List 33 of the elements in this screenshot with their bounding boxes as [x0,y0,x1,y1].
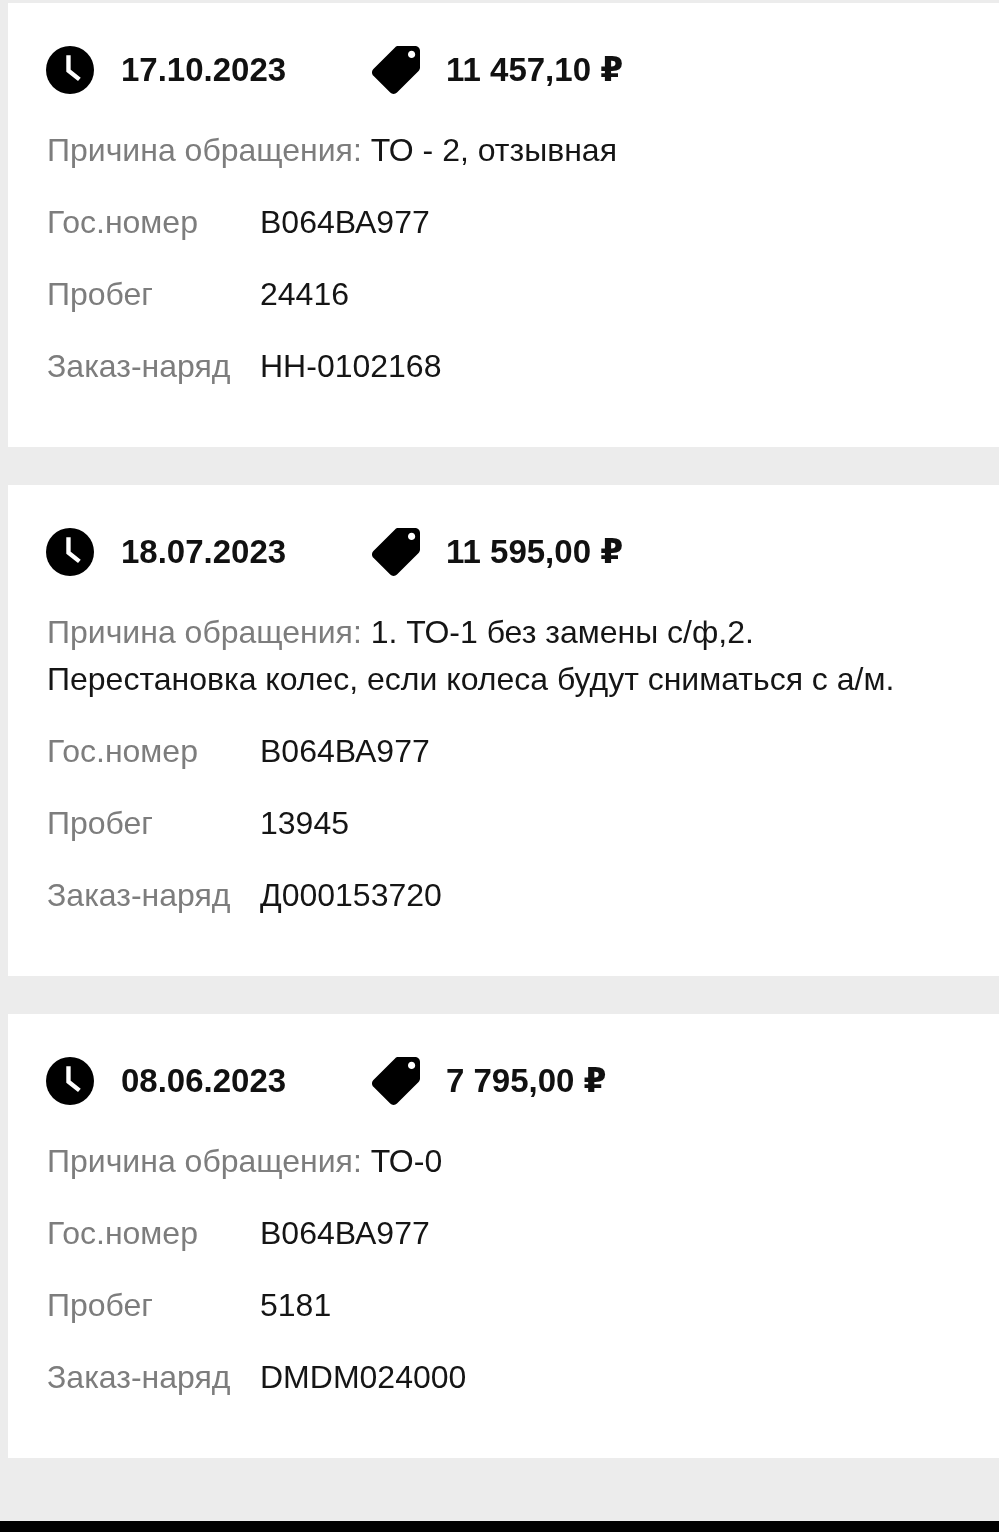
tag-icon [372,528,420,576]
field-value: DMDM024000 [260,1358,467,1397]
field-label: Пробег [47,275,155,314]
visit-reason: Причина обращения: ТО-0 [47,1142,444,1181]
field-value: 5181 [260,1286,332,1325]
field-label: Гос.номер [47,732,199,771]
field-value: 24416 [260,275,349,314]
clock-icon [46,46,94,94]
field-value: 13945 [260,804,349,843]
field-value: НН-0102168 [260,347,442,386]
field-label: Заказ-наряд [47,347,232,386]
visit-date: 08.06.2023 [121,1061,287,1101]
visit-reason: Причина обращения: ТО - 2, отзывная [47,131,618,170]
field-label: Пробег [47,804,155,843]
visit-date: 17.10.2023 [121,50,287,90]
tag-icon [372,1057,420,1105]
field-label: Гос.номер [47,1214,199,1253]
tag-icon [372,46,420,94]
visit-date: 18.07.2023 [121,532,287,572]
visit-price: 11 595,00 ₽ [446,532,624,572]
visit-price: 7 795,00 ₽ [446,1061,607,1101]
field-value: В064ВА977 [260,203,430,242]
field-label: Заказ-наряд [47,1358,232,1397]
field-label: Заказ-наряд [47,876,232,915]
visit-price: 11 457,10 ₽ [446,50,624,90]
field-label: Гос.номер [47,203,199,242]
field-label: Пробег [47,1286,155,1325]
clock-icon [46,528,94,576]
field-value: Д000153720 [260,876,442,915]
field-value: В064ВА977 [260,1214,430,1253]
field-value: В064ВА977 [260,732,430,771]
clock-icon [46,1057,94,1105]
visit-reason: Причина обращения: 1. ТО-1 без замены с/ф,2. Перестановка колес, если колеса будут сниматься с а/м. [47,613,896,699]
